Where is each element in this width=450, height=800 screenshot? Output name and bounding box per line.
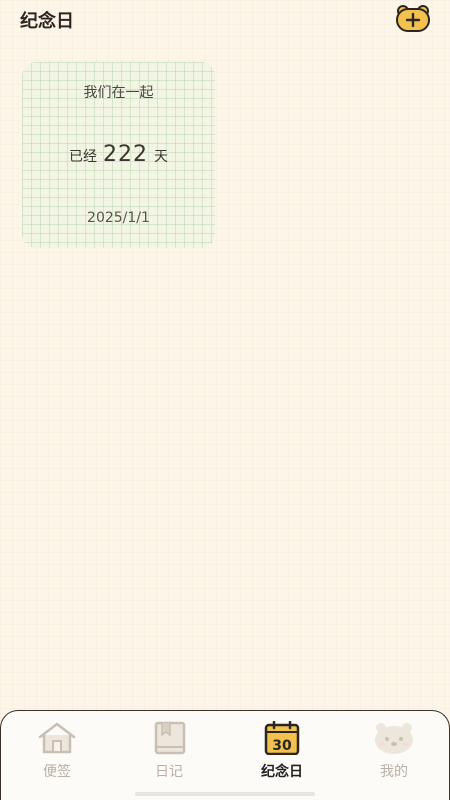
tab-diary[interactable]: 日记 <box>119 721 219 791</box>
tab-label-diary: 日记 <box>155 764 183 780</box>
header: 纪念日 <box>0 0 450 40</box>
calendar-number: 30 <box>272 738 292 754</box>
bear-plus-icon <box>396 5 430 32</box>
tab-label-notes: 便签 <box>43 764 71 780</box>
anniversary-card[interactable]: 我们在一起 已经 222 天 2025/1/1 <box>22 62 215 248</box>
anniversary-title: 我们在一起 <box>83 85 154 101</box>
anniversary-date: 2025/1/1 <box>87 210 150 226</box>
tab-notes[interactable]: 便签 <box>7 721 107 791</box>
days-counter: 已经 222 天 <box>22 142 215 167</box>
add-anniversary-button[interactable] <box>394 3 432 33</box>
days-suffix: 天 <box>154 149 168 165</box>
book-icon <box>154 721 186 755</box>
house-icon <box>38 722 76 754</box>
days-number: 222 <box>103 142 148 167</box>
home-indicator <box>135 792 315 796</box>
bear-face-icon <box>375 723 413 754</box>
tab-anniversary[interactable]: 30 纪念日 <box>232 721 332 791</box>
days-prefix: 已经 <box>69 149 97 165</box>
calendar-30-icon: 30 <box>264 721 300 755</box>
tab-label-anniversary: 纪念日 <box>261 764 303 780</box>
tab-label-profile: 我的 <box>380 764 408 780</box>
page-title: 纪念日 <box>20 11 74 32</box>
tab-bar: 便签 日记 30 纪念日 我的 <box>0 710 450 800</box>
tab-profile[interactable]: 我的 <box>344 721 444 791</box>
